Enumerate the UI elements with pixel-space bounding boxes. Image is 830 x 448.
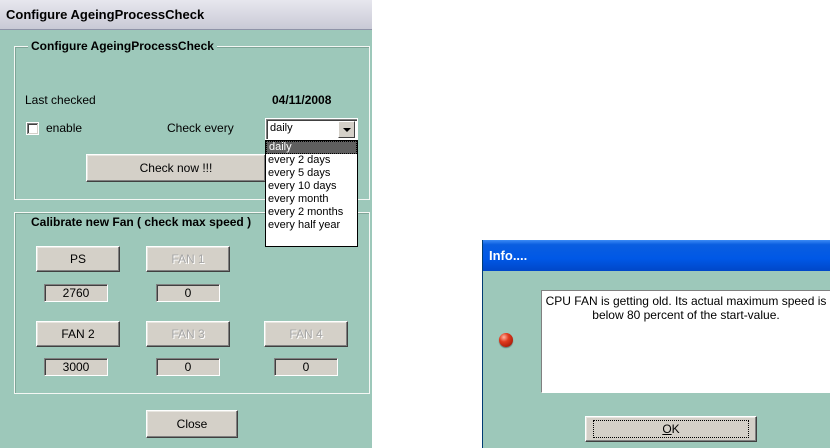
ok-mnemonic: O xyxy=(662,422,672,436)
check-every-select[interactable]: daily xyxy=(265,118,358,140)
last-checked-value: 04/11/2008 xyxy=(272,93,332,107)
check-every-dropdown-list: daily every 2 days every 5 days every 10… xyxy=(265,140,358,247)
dropdown-option[interactable]: every 10 days xyxy=(266,180,357,193)
dropdown-option[interactable]: daily xyxy=(266,141,357,154)
fan-4-value: 0 xyxy=(274,358,338,376)
fan-1-value: 0 xyxy=(156,284,220,302)
info-dialog-title: Info.... xyxy=(483,240,830,271)
dropdown-option[interactable]: every 2 days xyxy=(266,154,357,167)
configure-group-legend: Configure AgeingProcessCheck xyxy=(28,39,217,53)
dropdown-arrow-button[interactable] xyxy=(338,121,355,138)
fan-3-button: FAN 3 xyxy=(146,321,230,347)
enable-label[interactable]: enable xyxy=(46,121,82,135)
red-ball-icon xyxy=(499,333,513,347)
ok-button[interactable]: OK xyxy=(585,416,757,442)
window-title: Configure AgeingProcessCheck xyxy=(0,0,372,30)
fan-2-button[interactable]: FAN 2 xyxy=(36,321,120,347)
fan-ps-button[interactable]: PS xyxy=(36,246,120,272)
check-every-selected: daily xyxy=(270,122,293,134)
close-button[interactable]: Close xyxy=(146,410,238,438)
check-now-button[interactable]: Check now !!! xyxy=(86,154,266,182)
fan-1-button: FAN 1 xyxy=(146,246,230,272)
ok-label-rest: K xyxy=(671,422,680,436)
check-every-label: Check every xyxy=(167,121,234,135)
last-checked-label: Last checked xyxy=(25,93,96,107)
fan-ps-value: 2760 xyxy=(44,284,108,302)
dropdown-option[interactable]: every month xyxy=(266,193,357,206)
calibrate-group-legend: Calibrate new Fan ( check max speed ) xyxy=(28,215,255,229)
enable-checkbox[interactable] xyxy=(26,122,39,135)
info-message: CPU FAN is getting old. Its actual maxim… xyxy=(541,290,830,393)
dropdown-option[interactable]: every 5 days xyxy=(266,167,357,180)
fan-3-value: 0 xyxy=(156,358,220,376)
dropdown-option[interactable]: every half year xyxy=(266,219,357,232)
configure-window: Configure AgeingProcessCheck Configure A… xyxy=(0,0,372,448)
info-dialog: Info.... CPU FAN is getting old. Its act… xyxy=(482,240,830,448)
fan-4-button: FAN 4 xyxy=(264,321,348,347)
fan-2-value: 3000 xyxy=(44,358,108,376)
ok-focus-rect: OK xyxy=(593,420,749,438)
chevron-down-icon xyxy=(342,127,351,132)
dropdown-option[interactable]: every 2 months xyxy=(266,206,357,219)
